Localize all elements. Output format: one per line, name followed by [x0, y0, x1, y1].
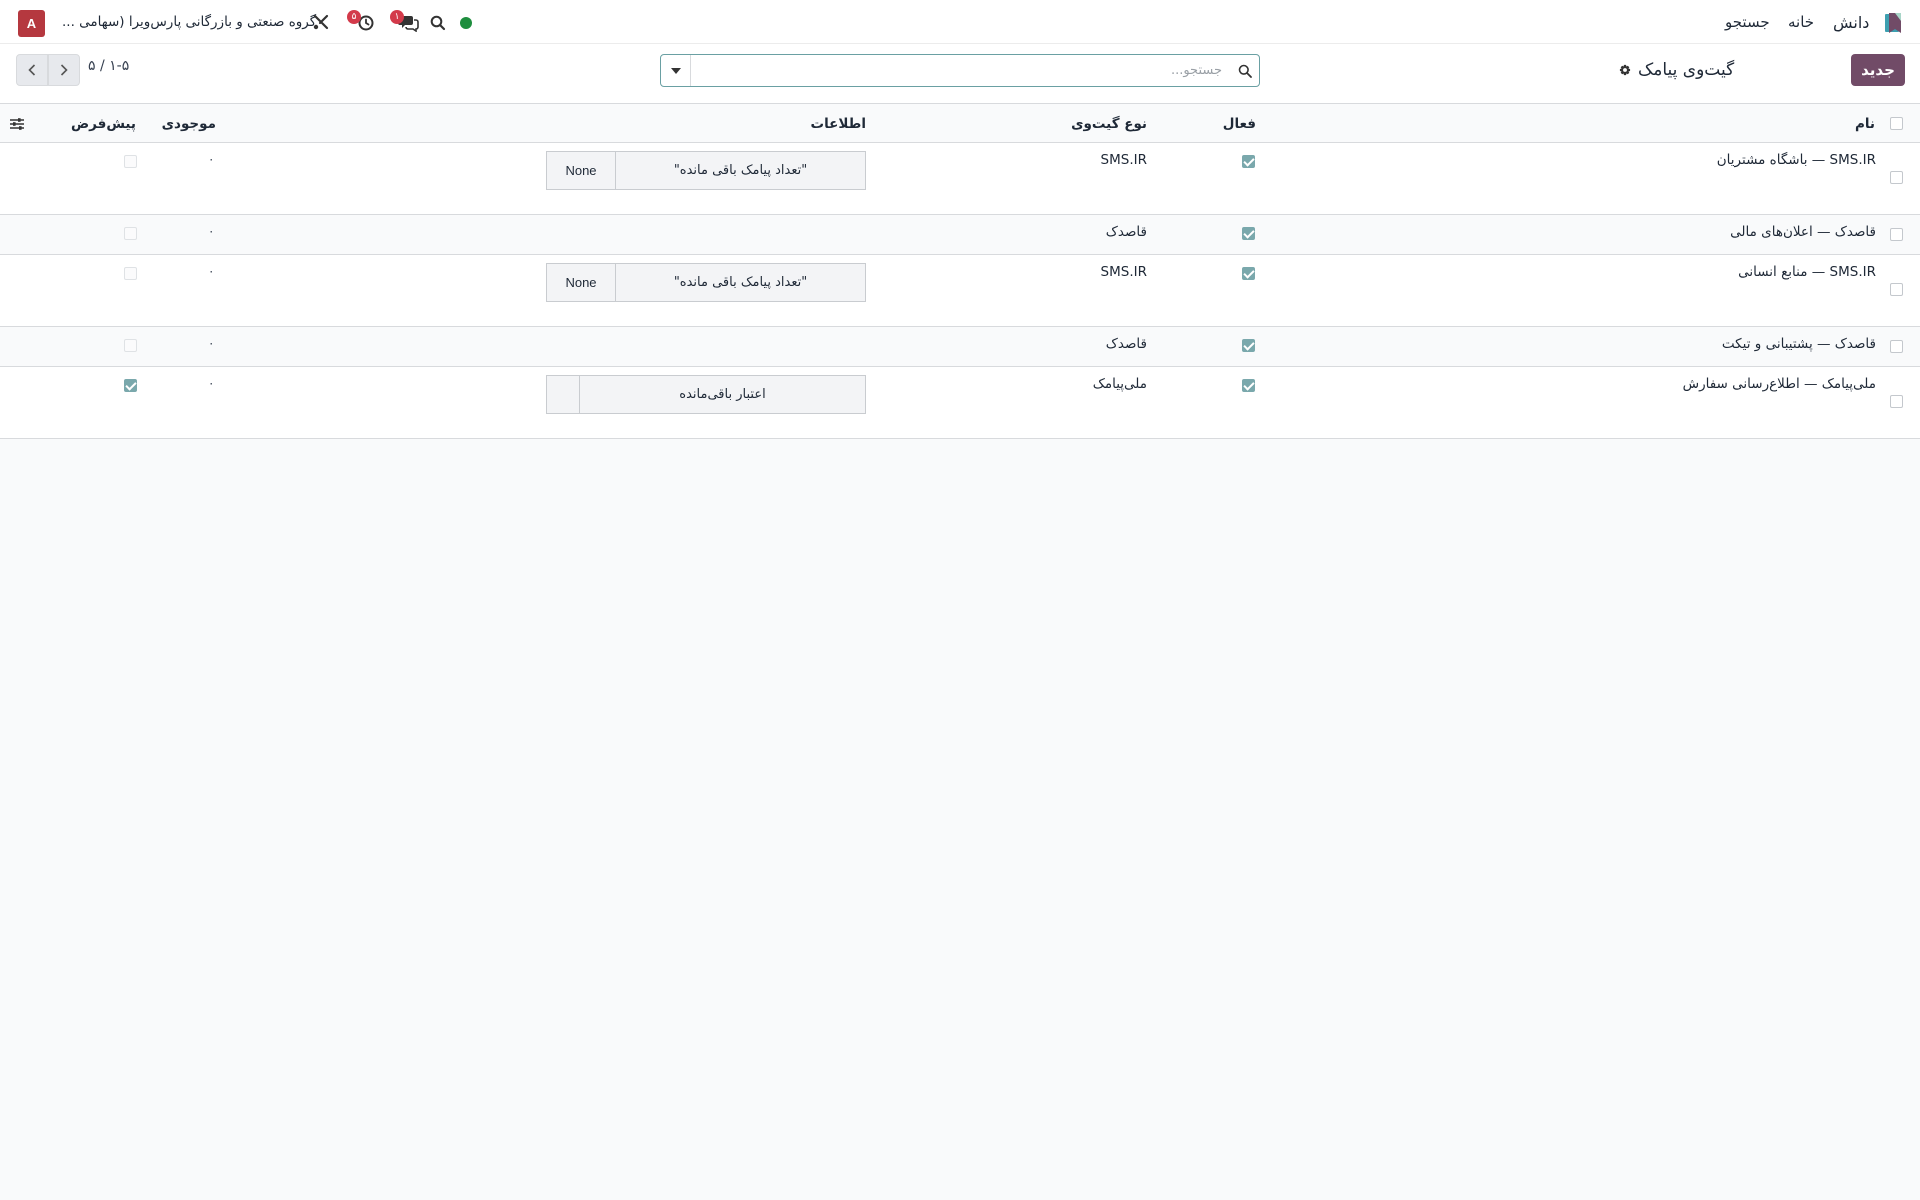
top-navbar: دانش خانه جستجو A گروه صنعتی و بازرگانی … — [0, 0, 1920, 44]
list-header: نام فعال نوع گیت‌وی اطلاعات موجودی پیش‌ف… — [0, 104, 1920, 143]
search-submit-button[interactable] — [1231, 55, 1259, 86]
row-select-checkbox[interactable] — [1890, 395, 1903, 408]
column-header-info[interactable]: اطلاعات — [811, 104, 866, 143]
avatar-letter: A — [26, 16, 37, 31]
menu-item-search-label: جستجو — [1725, 13, 1770, 31]
active-checkbox — [1242, 155, 1255, 168]
activity-badge: ۵ — [347, 10, 361, 24]
table-row[interactable]: SMS.IR — منابع انسانی SMS.IR None "تعداد… — [0, 255, 1920, 327]
table-row[interactable]: ملی‌پیامک — اطلاع‌رسانی سفارش ملی‌پیامک … — [0, 367, 1920, 439]
column-header-balance-label: موجودی — [161, 115, 216, 132]
row-select-checkbox[interactable] — [1890, 340, 1903, 353]
row-balance: ۰ — [208, 152, 215, 166]
default-checkbox — [124, 267, 137, 280]
search-icon — [1238, 64, 1252, 78]
default-checkbox — [124, 155, 137, 168]
column-header-name[interactable]: نام — [1855, 104, 1875, 143]
menu-item-home-label: خانه — [1788, 13, 1815, 31]
column-header-default[interactable]: پیش‌فرض — [71, 104, 136, 143]
column-header-name-label: نام — [1854, 115, 1875, 132]
table-row[interactable]: قاصدک — پشتیبانی و تیکت قاصدک ۰ — [0, 327, 1920, 367]
activity-badge-count: ۵ — [351, 11, 357, 22]
page-title: گیت‌وی پیامک — [1638, 60, 1735, 80]
column-header-info-label: اطلاعات — [810, 115, 866, 132]
row-name: SMS.IR — باشگاه مشتریان — [1716, 152, 1876, 168]
optional-columns-icon[interactable] — [10, 117, 24, 131]
chevron-right-icon — [60, 64, 68, 76]
info-table: None "تعداد پیامک باقی مانده" — [546, 263, 866, 302]
row-gateway-type: ملی‌پیامک — [1092, 376, 1147, 392]
info-table: None "تعداد پیامک باقی مانده" — [546, 151, 866, 190]
row-gateway-type: SMS.IR — [1100, 152, 1147, 168]
new-button-label: جدید — [1861, 61, 1895, 79]
active-checkbox — [1242, 227, 1255, 240]
column-header-balance[interactable]: موجودی — [162, 104, 216, 143]
default-checkbox — [124, 339, 137, 352]
search-input[interactable] — [692, 55, 1226, 86]
row-name: ملی‌پیامک — اطلاع‌رسانی سفارش — [1682, 376, 1876, 392]
menu-item-home[interactable]: خانه — [1788, 0, 1814, 44]
info-value: None — [565, 275, 597, 290]
app-logo-icon[interactable] — [1883, 11, 1903, 35]
row-name: SMS.IR — منابع انسانی — [1738, 264, 1876, 280]
brand-label: دانش — [1833, 12, 1870, 32]
row-balance: ۰ — [208, 224, 215, 238]
default-checkbox — [124, 379, 137, 392]
chevron-left-icon — [28, 64, 36, 76]
row-name: قاصدک — اعلان‌های مالی — [1730, 224, 1876, 240]
column-header-gateway-type-label: نوع گیت‌وی — [1071, 115, 1147, 132]
row-name: قاصدک — پشتیبانی و تیکت — [1721, 336, 1876, 352]
info-label: اعتبار باقی‌مانده — [679, 387, 766, 402]
debug-tools-icon[interactable] — [311, 12, 331, 32]
search-options-toggle[interactable] — [661, 55, 691, 86]
info-table: اعتبار باقی‌مانده — [546, 375, 866, 414]
column-header-active-label: فعال — [1222, 115, 1256, 132]
menu-item-search[interactable]: جستجو — [1725, 0, 1770, 44]
table-row[interactable]: قاصدک — اعلان‌های مالی قاصدک ۰ — [0, 215, 1920, 255]
select-all-checkbox[interactable] — [1890, 117, 1903, 130]
row-balance: ۰ — [208, 264, 215, 278]
row-gateway-type: SMS.IR — [1100, 264, 1147, 280]
new-button[interactable]: جدید — [1851, 54, 1905, 86]
presence-status-dot — [460, 17, 472, 29]
company-name: گروه صنعتی و بازرگانی پارس‌ویرا (سهامی .… — [62, 14, 317, 30]
company-switcher[interactable]: گروه صنعتی و بازرگانی پارس‌ویرا (سهامی .… — [62, 0, 316, 44]
search-icon[interactable] — [429, 12, 447, 32]
table-row[interactable]: SMS.IR — باشگاه مشتریان SMS.IR None "تعد… — [0, 143, 1920, 215]
messages-badge-count: ۱ — [394, 11, 400, 22]
active-checkbox — [1242, 267, 1255, 280]
pager-next-button[interactable] — [48, 54, 80, 86]
row-gateway-type: قاصدک — [1105, 224, 1147, 240]
info-value: None — [565, 163, 597, 178]
user-avatar[interactable]: A — [18, 10, 45, 37]
row-gateway-type: قاصدک — [1105, 336, 1147, 352]
search-bar — [660, 54, 1260, 87]
control-panel: جدید گیت‌وی پیامک ۱-۵ / ۵ — [0, 44, 1920, 104]
breadcrumb: گیت‌وی پیامک — [1618, 54, 1840, 86]
caret-down-icon — [670, 67, 681, 74]
messages-badge: ۱ — [390, 10, 404, 24]
row-select-checkbox[interactable] — [1890, 283, 1903, 296]
row-select-checkbox[interactable] — [1890, 228, 1903, 241]
info-value — [547, 376, 579, 413]
menu-brand-knowledge[interactable]: دانش — [1833, 0, 1869, 44]
pager-previous-button[interactable] — [16, 54, 48, 86]
row-balance: ۰ — [208, 376, 215, 390]
default-checkbox — [124, 227, 137, 240]
column-header-active[interactable]: فعال — [1223, 104, 1256, 143]
row-select-checkbox[interactable] — [1890, 171, 1903, 184]
info-label: "تعداد پیامک باقی مانده" — [673, 163, 808, 178]
gear-icon[interactable] — [1618, 63, 1632, 77]
pager-value[interactable]: ۱-۵ / ۵ — [88, 58, 129, 74]
active-checkbox — [1242, 379, 1255, 392]
info-label: "تعداد پیامک باقی مانده" — [673, 275, 808, 290]
column-header-gateway-type[interactable]: نوع گیت‌وی — [1071, 104, 1147, 143]
column-header-default-label: پیش‌فرض — [70, 115, 136, 132]
active-checkbox — [1242, 339, 1255, 352]
row-balance: ۰ — [208, 336, 215, 350]
